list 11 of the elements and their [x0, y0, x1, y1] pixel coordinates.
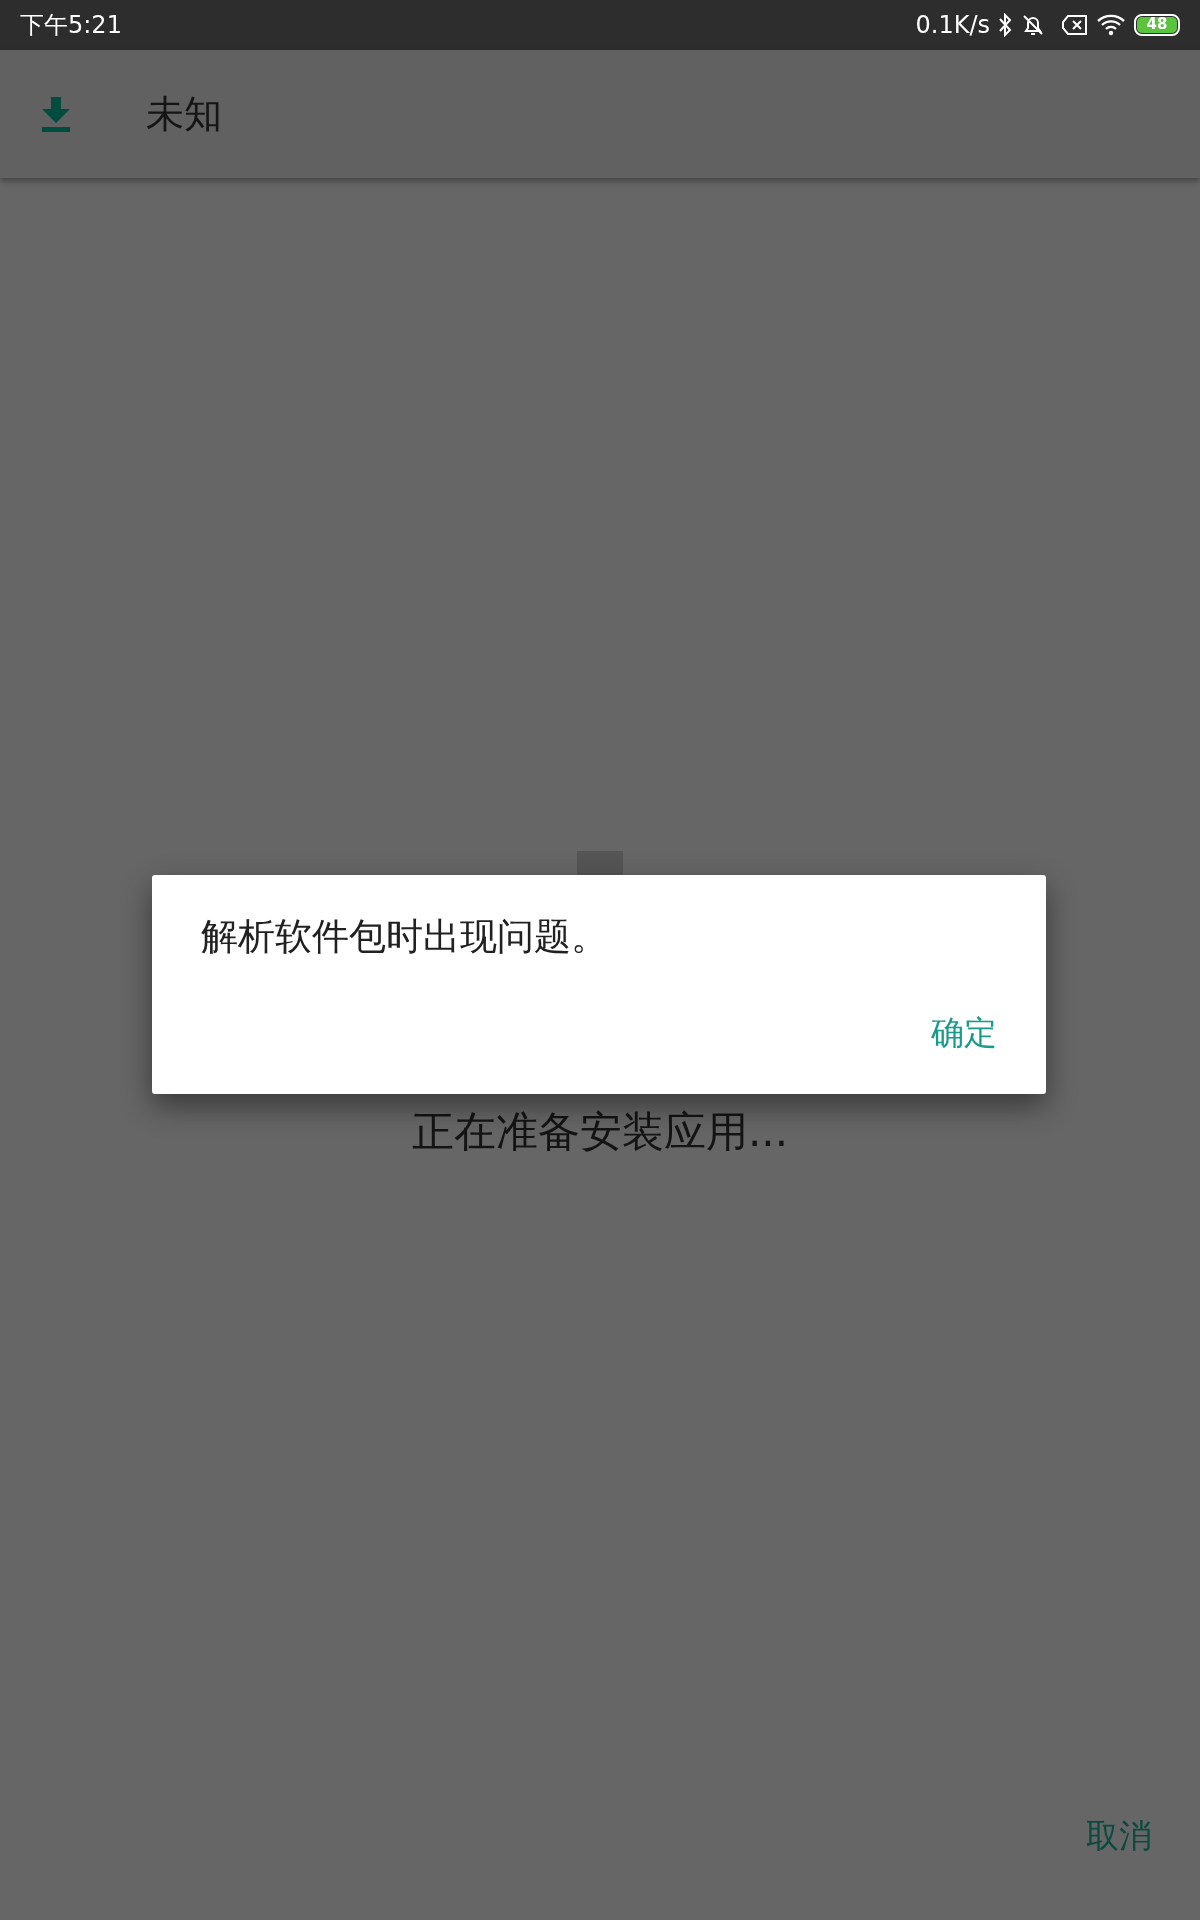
bluetooth-icon	[998, 13, 1012, 37]
app-title: 未知	[146, 90, 222, 138]
wifi-icon	[1096, 13, 1126, 37]
download-icon	[42, 96, 70, 132]
network-speed: 0.1K/s	[915, 10, 990, 41]
dialog-message: 解析软件包时出现问题。	[201, 915, 609, 960]
battery-level: 48	[1145, 14, 1169, 35]
clock: 下午5:21	[20, 10, 122, 41]
ok-button[interactable]: 确定	[931, 1013, 997, 1053]
progress-message: 正在准备安装应用...	[411, 1107, 789, 1156]
cancel-button[interactable]: 取消	[1086, 1810, 1152, 1860]
